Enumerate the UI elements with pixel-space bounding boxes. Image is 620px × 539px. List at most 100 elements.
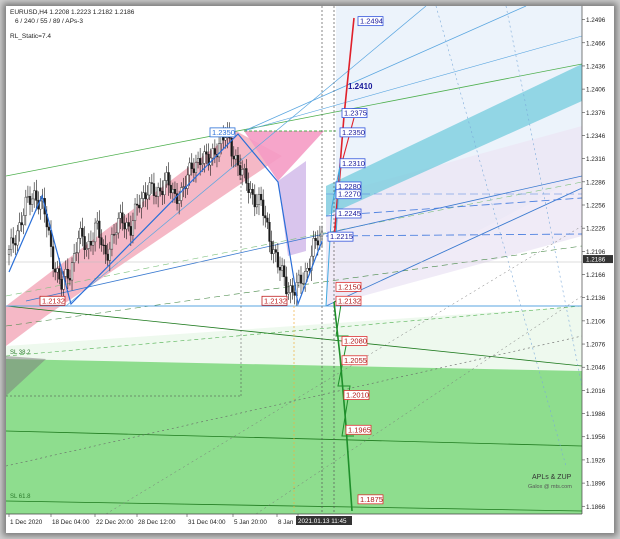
candle <box>142 192 145 199</box>
candle <box>190 162 193 169</box>
x-tick-label: 28 Dec 12:00 <box>138 519 176 526</box>
up-target-label: 1.2494 <box>360 17 383 26</box>
plot-area: 1.24941.24101.23751.23501.23101.22801.22… <box>6 6 582 514</box>
candle <box>77 238 80 253</box>
x-tick-label: 22 Dec 20:00 <box>96 519 134 526</box>
zup-params-text: 6 / 240 / 55 / 89 / APs-3 <box>15 18 83 25</box>
candle <box>308 268 311 271</box>
current-price-label: 1.2186 <box>586 257 606 264</box>
candle <box>283 265 286 278</box>
candle <box>148 182 151 196</box>
candle <box>241 169 244 176</box>
candle <box>178 200 181 204</box>
candle <box>255 204 258 208</box>
down-target-label: 1.2150 <box>338 282 361 291</box>
candle <box>205 151 208 155</box>
candle <box>299 274 303 284</box>
x-tick-label: 31 Dec 04:00 <box>188 519 226 526</box>
candle <box>165 172 168 181</box>
y-tick-label: 1.2166 <box>586 272 606 279</box>
candle <box>89 241 93 246</box>
candle <box>234 155 237 160</box>
y-tick-label: 1.2076 <box>586 342 606 349</box>
fib-label: SL 38.2 <box>10 350 31 356</box>
candle <box>259 193 263 201</box>
candle <box>75 252 78 254</box>
candle <box>91 241 95 246</box>
candle <box>192 168 195 173</box>
candle <box>236 155 240 166</box>
candle <box>188 162 191 176</box>
candle <box>150 182 153 184</box>
y-tick-label: 1.1956 <box>586 434 606 441</box>
pivot-label: 1.2350 <box>212 128 235 137</box>
candle <box>16 230 19 246</box>
up-target-label: 1.2350 <box>342 128 365 137</box>
down-target-label: 1.1875 <box>360 495 383 504</box>
candle <box>266 217 269 223</box>
candle <box>201 163 204 165</box>
candle <box>276 252 279 268</box>
y-tick-label: 1.2436 <box>586 63 606 70</box>
candle <box>243 168 246 170</box>
y-tick-label: 1.2106 <box>586 318 606 325</box>
candle <box>293 292 296 296</box>
price-chart[interactable]: 1.24941.24101.23751.23501.23101.22801.22… <box>6 6 614 533</box>
x-tick-label: 8 Jan <box>278 519 294 526</box>
candle <box>314 238 317 241</box>
candle <box>60 279 63 290</box>
candle <box>110 234 114 250</box>
candle <box>268 222 271 242</box>
up-target-label: 1.2410 <box>348 82 373 91</box>
candle <box>199 158 202 165</box>
candle <box>22 215 25 226</box>
candle <box>287 292 290 295</box>
candle <box>182 186 185 188</box>
watermark-subtitle: Galox @ mts.com <box>528 484 572 490</box>
candle <box>140 198 143 209</box>
candle <box>129 226 132 236</box>
candle <box>247 183 250 193</box>
up-target-label: 1.2245 <box>338 209 361 218</box>
indicator-text: RL_Static=7.4 <box>10 33 51 40</box>
candle <box>196 158 200 163</box>
candle <box>154 195 158 197</box>
candle <box>47 226 51 231</box>
candle <box>251 189 254 195</box>
candle <box>133 203 137 222</box>
candle <box>304 271 307 284</box>
chart-window[interactable]: 1.2494 1.2410 1.2375 1.2350 1.2310 1.2280 1.22… <box>6 6 614 533</box>
candle <box>18 222 21 232</box>
candle <box>33 190 36 200</box>
candle <box>115 232 118 235</box>
x-tick-label: 5 Jan 20:00 <box>234 519 267 526</box>
candle <box>108 248 111 261</box>
candle <box>262 199 265 216</box>
candle <box>203 151 206 164</box>
candle <box>163 180 166 196</box>
candle <box>238 165 242 176</box>
y-tick-label: 1.2016 <box>586 388 606 395</box>
candle <box>297 274 300 283</box>
y-tick-label: 1.1986 <box>586 411 606 418</box>
up-target-label: 1.2270 <box>338 190 361 199</box>
candle <box>161 190 164 196</box>
candle <box>131 220 135 236</box>
candle <box>96 220 99 224</box>
watermark-title: APLs & ZUP <box>532 474 572 481</box>
candle <box>264 215 267 219</box>
pivot-label: 1.2132 <box>264 296 287 305</box>
candle <box>224 137 227 141</box>
symbol-ohlc-text: EURUSD,H4 1.2208 1.2223 1.2182 1.2186 <box>10 9 135 16</box>
candle <box>274 249 277 253</box>
candle <box>152 183 156 196</box>
candle <box>245 168 248 184</box>
candle <box>52 246 55 270</box>
candle <box>83 236 86 250</box>
y-tick-label: 1.1866 <box>586 504 606 511</box>
candle <box>291 285 294 293</box>
candle <box>24 196 27 216</box>
candle <box>289 285 292 293</box>
candle <box>316 240 319 246</box>
candle <box>98 220 101 238</box>
